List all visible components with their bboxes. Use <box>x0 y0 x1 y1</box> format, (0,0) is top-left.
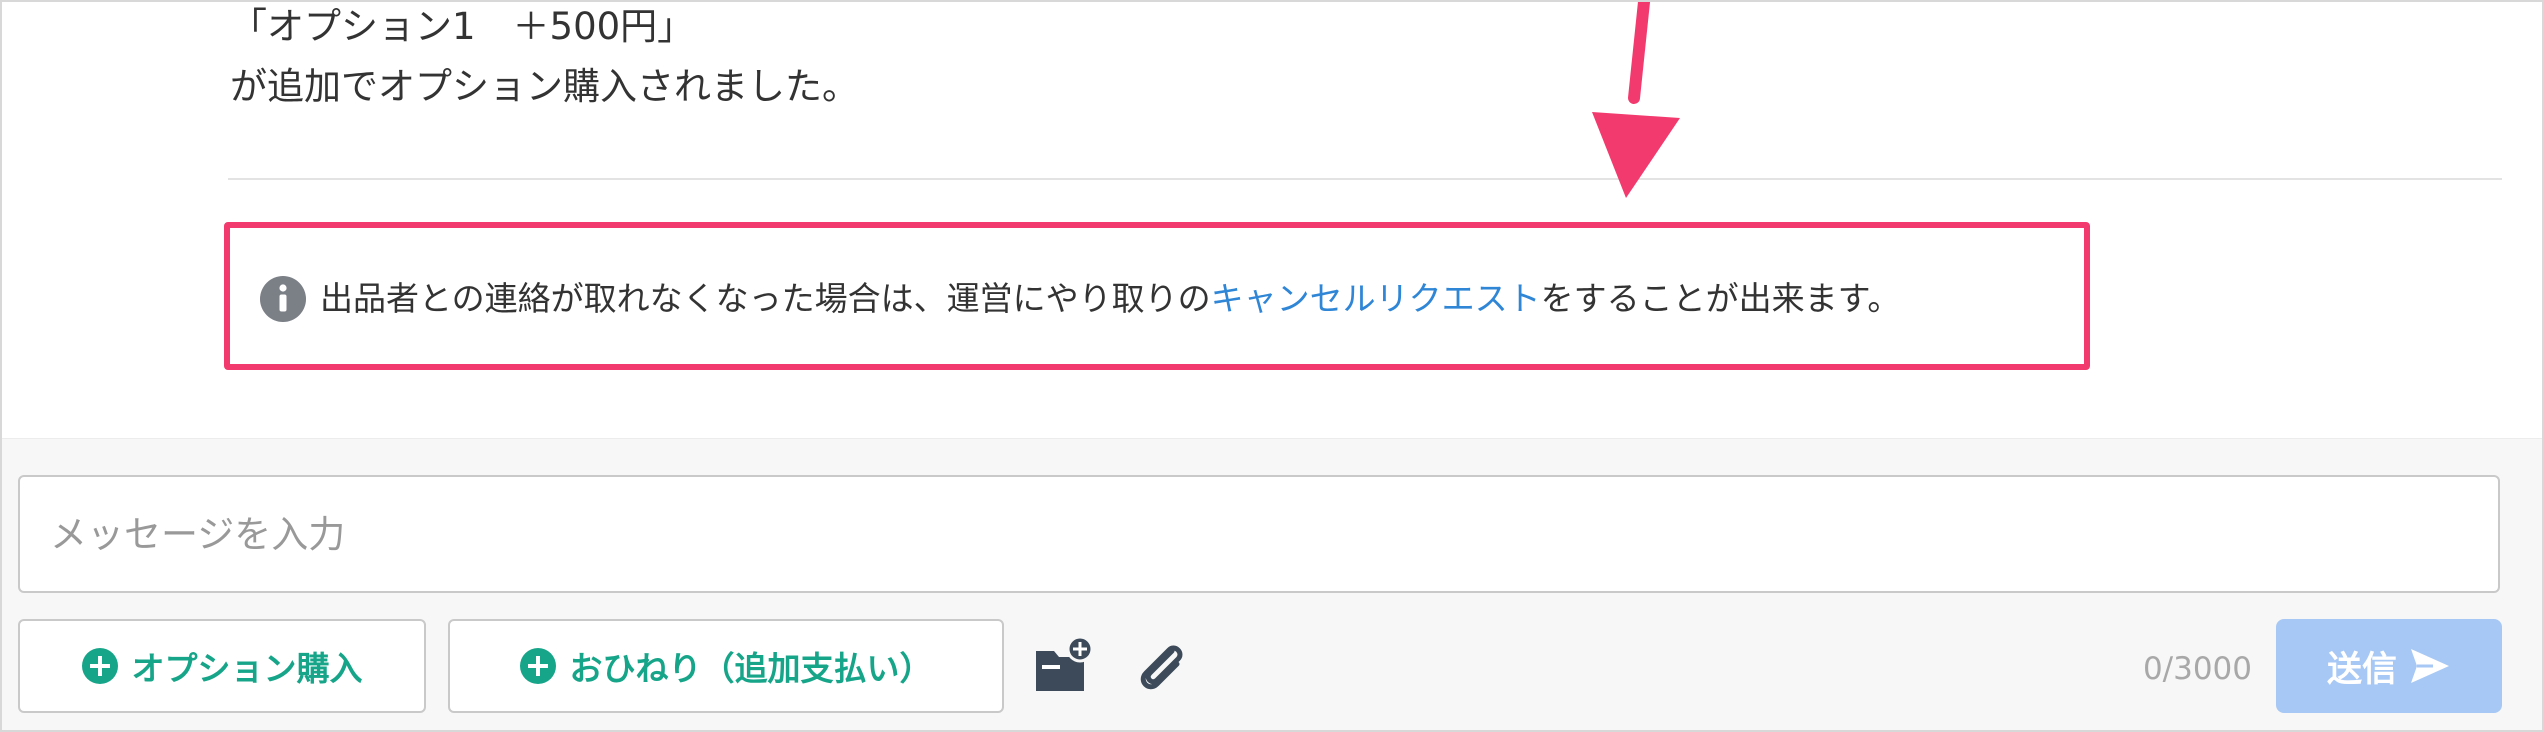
info-icon <box>260 276 306 322</box>
send-button[interactable]: 送信 <box>2276 619 2502 713</box>
send-icon <box>2411 649 2449 683</box>
cancel-request-link[interactable]: キャンセルリクエスト <box>1211 279 1541 318</box>
option-purchase-button[interactable]: オプション購入 <box>18 619 426 713</box>
plus-circle-icon <box>519 648 556 684</box>
cancel-request-notice: 出品者との連絡が取れなくなった場合は、運営にやり取りのキャンセルリクエストをする… <box>224 222 2090 370</box>
annotation-arrow-icon <box>1592 2 1680 198</box>
message-thread: 「オプション1 ＋500円」 が追加でオプション購入されました。 出品者との連絡… <box>2 2 2542 438</box>
paperclip-icon[interactable] <box>1132 635 1194 697</box>
tip-payment-button[interactable]: おひねり（追加支払い） <box>448 619 1004 713</box>
message-text-line-2: が追加でオプション購入されました。 <box>230 65 859 108</box>
message-input[interactable] <box>18 475 2500 593</box>
send-button-label: 送信 <box>2326 649 2397 690</box>
plus-circle-icon <box>81 648 118 684</box>
notice-text: 出品者との連絡が取れなくなった場合は、運営にやり取りのキャンセルリクエストをする… <box>320 276 1900 322</box>
notice-text-before: 出品者との連絡が取れなくなった場合は、運営にやり取りの <box>320 279 1211 318</box>
message-text-line-1: 「オプション1 ＋500円」 <box>230 5 695 48</box>
notice-text-after: をすることが出来ます。 <box>1540 279 1901 318</box>
folder-plus-icon[interactable] <box>1032 635 1094 697</box>
character-counter: 0/3000 <box>2142 651 2252 687</box>
option-purchase-label: オプション購入 <box>131 649 363 688</box>
tip-payment-label: おひねり（追加支払い） <box>569 649 933 688</box>
chat-window: 「オプション1 ＋500円」 が追加でオプション購入されました。 出品者との連絡… <box>0 0 2544 732</box>
message-divider <box>228 178 2502 180</box>
message-composer: オプション購入 おひねり（追加支払い） 0/3000 送信 <box>2 438 2542 730</box>
